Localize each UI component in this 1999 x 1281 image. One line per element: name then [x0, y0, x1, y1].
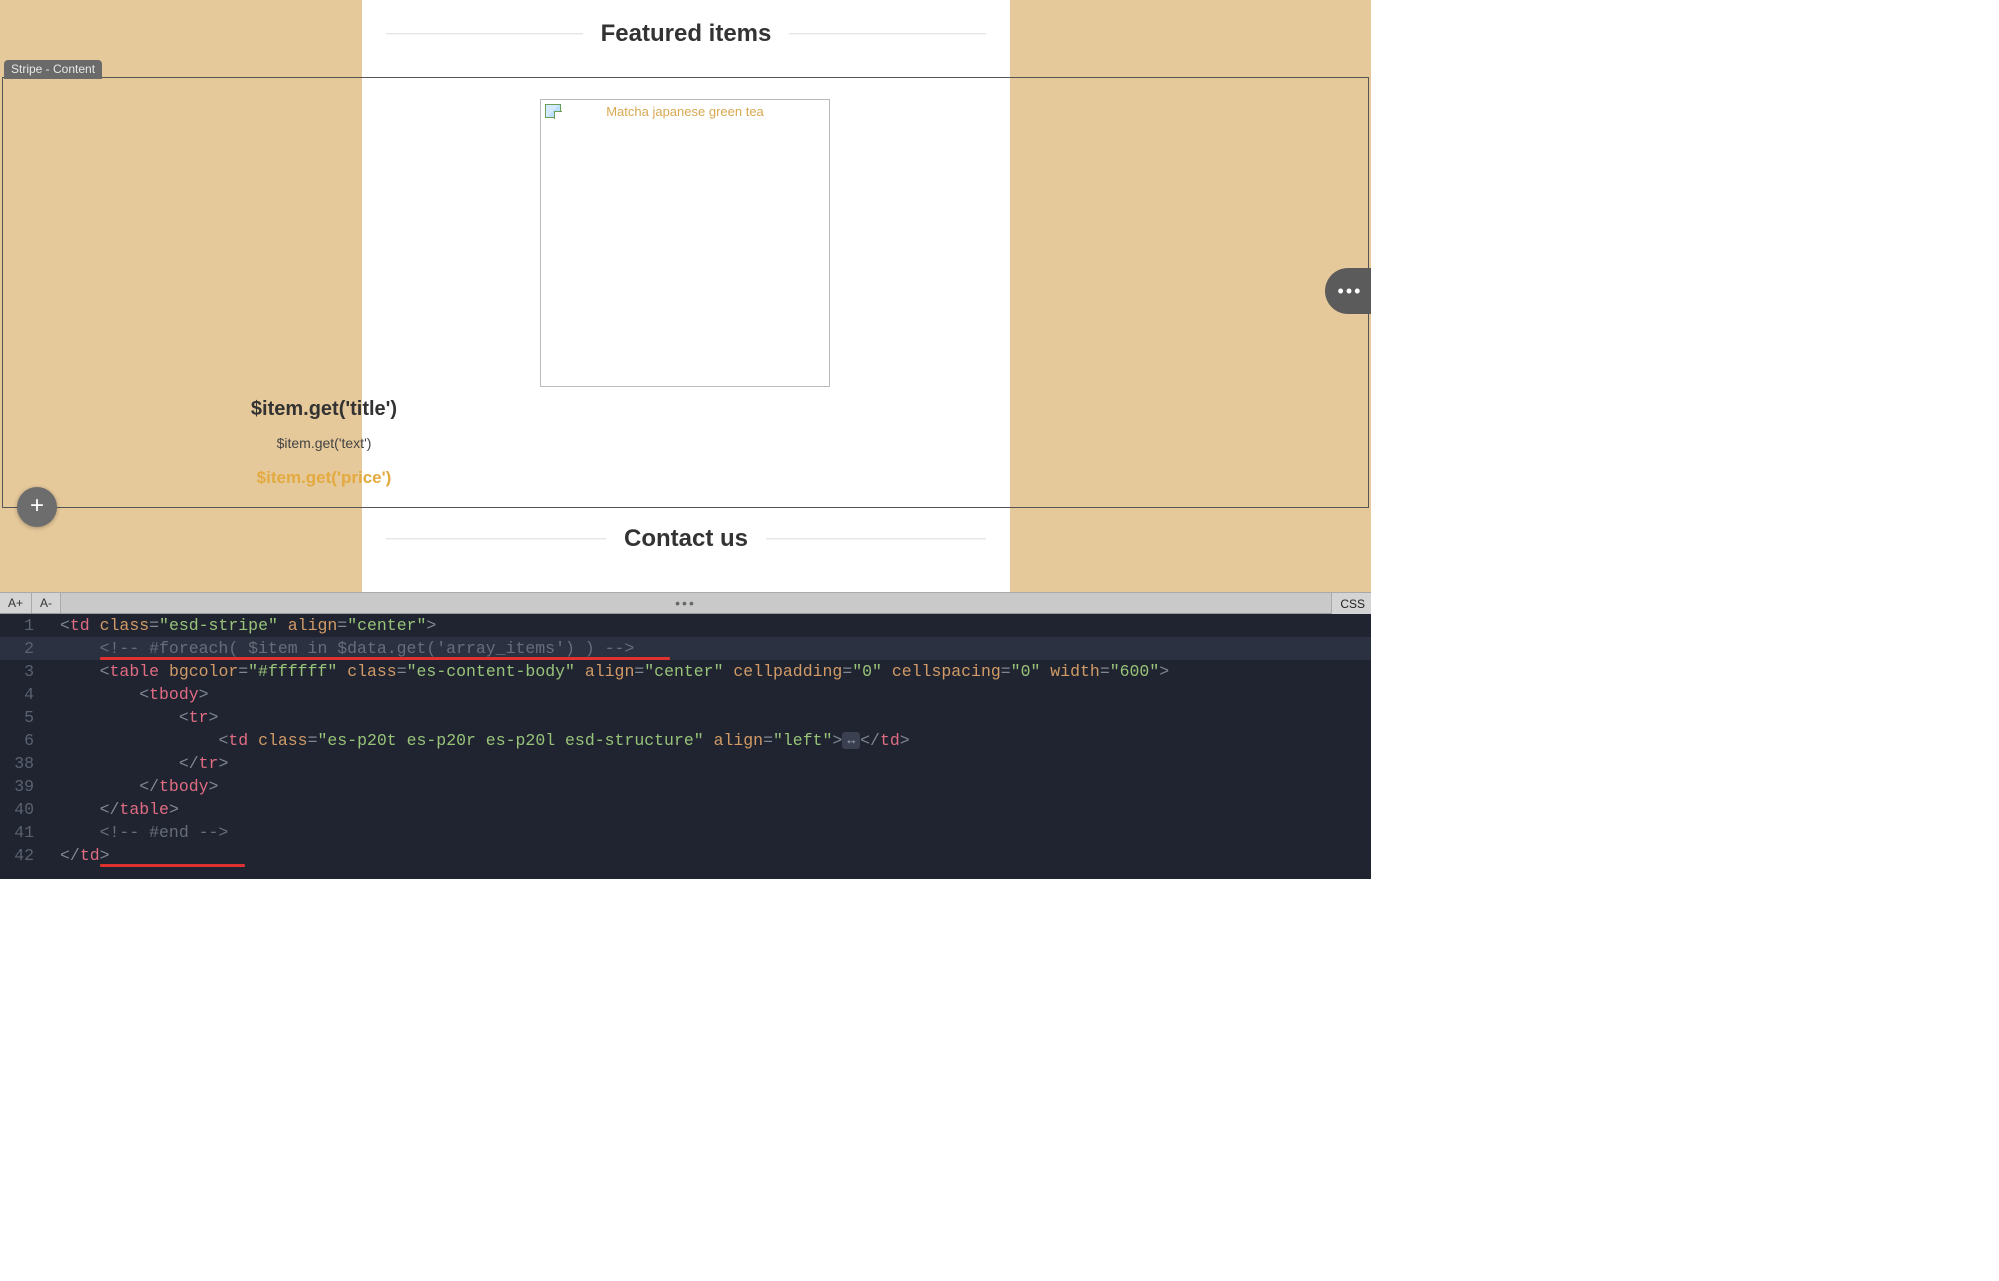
divider — [386, 538, 606, 540]
line-number: 4 — [0, 683, 42, 706]
annotation-underline — [100, 864, 245, 867]
folded-region[interactable]: ↔ — [842, 732, 860, 749]
font-decrease-button[interactable]: A- — [32, 593, 61, 613]
divider — [766, 538, 986, 540]
stripe-selection-tag[interactable]: Stripe - Content — [4, 60, 102, 79]
panel-resize-bar[interactable]: A+ A- ••• CSS — [0, 592, 1371, 614]
more-actions-button[interactable]: ••• — [1325, 268, 1371, 314]
code-line[interactable]: 5 <tr> — [0, 706, 1371, 729]
line-number: 40 — [0, 798, 42, 821]
annotation-underline — [100, 657, 670, 660]
css-tab-button[interactable]: CSS — [1331, 593, 1371, 615]
email-preview-pane: Featured items Contact us Matcha japanes… — [0, 0, 1371, 592]
product-text: $item.get('text') — [0, 435, 648, 451]
font-increase-button[interactable]: A+ — [0, 593, 32, 613]
product-title: $item.get('title') — [0, 398, 648, 421]
code-line[interactable]: 1 <td class="esd-stripe" align="center"> — [0, 614, 1371, 637]
code-line[interactable]: 39 </tbody> — [0, 775, 1371, 798]
contact-heading: Contact us — [606, 525, 766, 553]
code-editor[interactable]: 1 <td class="esd-stripe" align="center">… — [0, 614, 1371, 879]
product-price: $item.get('price') — [0, 468, 648, 488]
line-number: 39 — [0, 775, 42, 798]
product-image-alt: Matcha japanese green tea — [541, 104, 829, 119]
divider — [386, 33, 583, 35]
line-number: 42 — [0, 844, 42, 867]
code-line[interactable]: 3 <table bgcolor="#ffffff" class="es-con… — [0, 660, 1371, 683]
line-number: 5 — [0, 706, 42, 729]
code-line[interactable]: 40 </table> — [0, 798, 1371, 821]
add-structure-button[interactable]: + — [17, 487, 57, 527]
divider — [789, 33, 986, 35]
line-number: 38 — [0, 752, 42, 775]
code-line[interactable]: 38 </tr> — [0, 752, 1371, 775]
code-line[interactable]: 4 <tbody> — [0, 683, 1371, 706]
featured-heading-row: Featured items — [386, 20, 986, 48]
line-number: 3 — [0, 660, 42, 683]
code-line[interactable]: 6 <td class="es-p20t es-p20r es-p20l esd… — [0, 729, 1371, 752]
line-number: 1 — [0, 614, 42, 637]
contact-heading-row: Contact us — [386, 525, 986, 553]
line-number: 41 — [0, 821, 42, 844]
line-number: 2 — [0, 637, 42, 660]
drag-handle-icon[interactable]: ••• — [675, 595, 696, 611]
product-image-placeholder[interactable]: Matcha japanese green tea — [540, 99, 830, 387]
line-number: 6 — [0, 729, 42, 752]
code-line[interactable]: 41 <!-- #end --> — [0, 821, 1371, 844]
featured-heading: Featured items — [583, 20, 790, 48]
